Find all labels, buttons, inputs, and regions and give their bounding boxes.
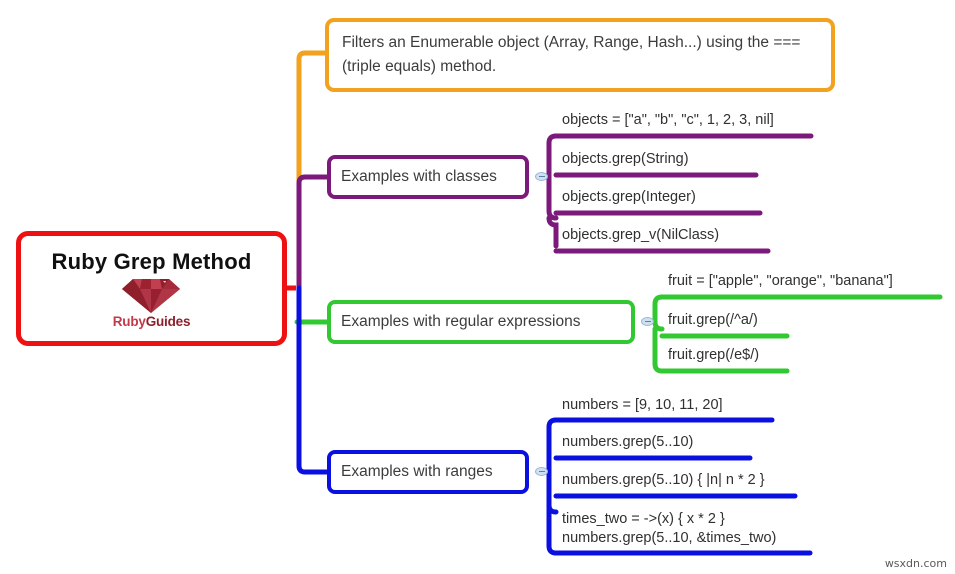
rubyguides-wordmark: RubyGuides — [113, 314, 191, 329]
branch-node-classes[interactable]: Examples with classes — [327, 155, 529, 199]
wire-classes-bracket — [546, 133, 559, 249]
wire-ranges — [296, 285, 330, 475]
wire-description — [296, 50, 328, 291]
leaf-ranges-0[interactable]: numbers = [9, 10, 11, 20] — [562, 396, 723, 415]
leaf-ranges-1[interactable]: numbers.grep(5..10) — [562, 433, 693, 452]
wire-classes — [296, 174, 330, 291]
collapse-toggle-ranges[interactable] — [535, 467, 548, 476]
leaf-ranges-3-line-0: times_two = ->(x) { x * 2 } — [562, 511, 725, 527]
wire-ranges-bracket — [546, 417, 559, 556]
leaf-ranges-3[interactable]: times_two = ->(x) { x * 2 } numbers.grep(… — [562, 510, 776, 549]
leaf-regex-0[interactable]: fruit = ["apple", "orange", "banana"] — [668, 272, 893, 291]
branch-node-regex[interactable]: Examples with regular expressions — [327, 300, 635, 344]
leaf-regex-2[interactable]: fruit.grep(/e$/) — [668, 346, 759, 365]
description-text: Filters an Enumerable object (Array, Ran… — [342, 34, 801, 75]
collapse-toggle-regex[interactable] — [641, 317, 654, 326]
collapse-toggle-classes[interactable] — [535, 172, 548, 181]
mindmap-canvas: Ruby Grep Method RubyGuides Filters an E… — [0, 0, 955, 574]
root-node[interactable]: Ruby Grep Method RubyGuides — [16, 231, 287, 346]
leaf-classes-3[interactable]: objects.grep_v(NilClass) — [562, 226, 719, 245]
logo-ruby-text: Ruby — [112, 313, 146, 329]
root-title: Ruby Grep Method — [51, 248, 252, 274]
leaf-ranges-2[interactable]: numbers.grep(5..10) { |n| n * 2 } — [562, 471, 765, 490]
branch-label-ranges: Examples with ranges — [341, 463, 493, 480]
branch-label-classes: Examples with classes — [341, 168, 497, 185]
leaf-ranges-3-line-1: numbers.grep(5..10, &times_two) — [562, 530, 777, 547]
logo-guides-text: Guides — [145, 313, 191, 329]
description-node[interactable]: Filters an Enumerable object (Array, Ran… — [325, 18, 835, 92]
leaf-classes-2[interactable]: objects.grep(Integer) — [562, 188, 696, 207]
branch-label-regex: Examples with regular expressions — [341, 313, 581, 330]
leaf-classes-0[interactable]: objects = ["a", "b", "c", 1, 2, 3, nil] — [562, 111, 774, 130]
leaf-regex-1[interactable]: fruit.grep(/^a/) — [668, 311, 758, 330]
leaf-classes-1[interactable]: objects.grep(String) — [562, 150, 689, 169]
ruby-gem-icon — [122, 278, 181, 313]
rubyguides-logo: RubyGuides — [113, 278, 191, 329]
watermark: wsxdn.com — [884, 557, 947, 570]
branch-node-ranges[interactable]: Examples with ranges — [327, 450, 529, 494]
